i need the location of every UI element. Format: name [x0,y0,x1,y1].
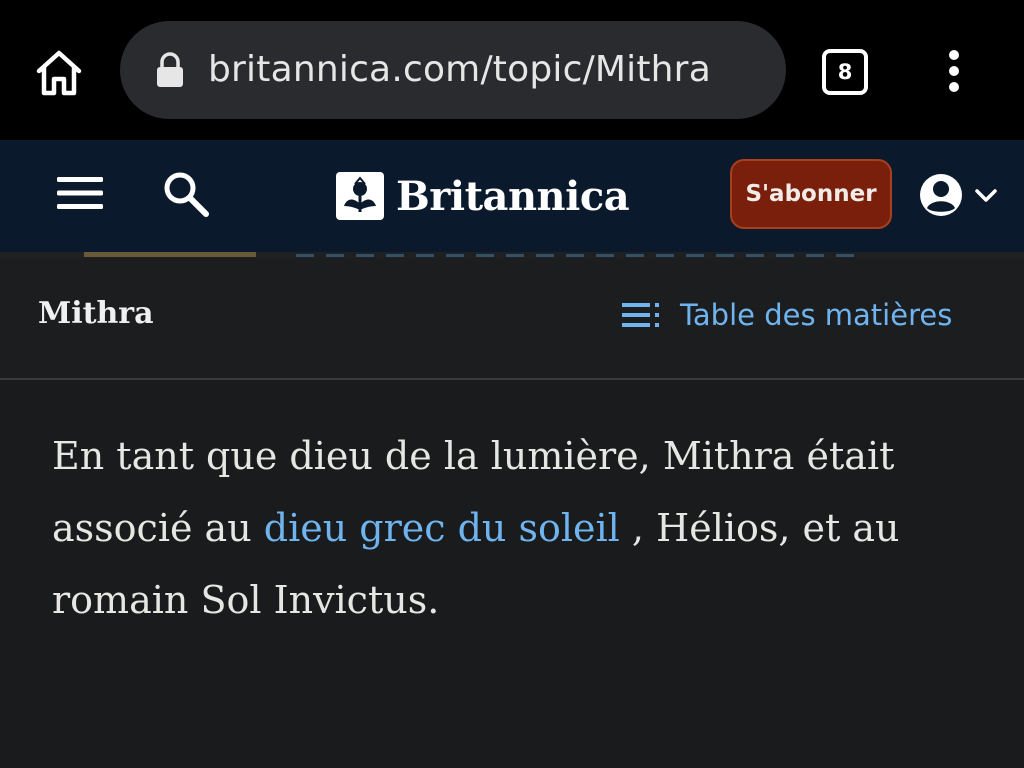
table-of-contents-button[interactable]: Table des matières [620,298,952,332]
tab-count: 8 [837,60,853,84]
account-menu-button[interactable] [918,170,1006,220]
lock-icon [157,52,183,87]
scrolled-image-edge [84,252,256,257]
account-icon [920,174,962,216]
britannica-logo[interactable]: Britannica [336,170,630,222]
list-icon [622,303,659,327]
chevron-down-icon [975,189,997,202]
more-vert-icon[interactable] [938,46,970,96]
scrolled-link-edge [296,254,856,257]
subscribe-button[interactable]: S'abonner [730,159,892,229]
address-bar[interactable]: britannica.com/topic/Mithra [120,21,786,119]
logo-wordmark: Britannica [396,172,630,220]
toc-label: Table des matières [680,298,953,332]
tab-switcher-button[interactable]: 8 [822,49,868,95]
hamburger-icon[interactable] [54,172,106,214]
article-paragraph: En tant que dieu de la lumière, Mithra é… [52,420,992,636]
home-icon [36,50,82,96]
sun-god-link[interactable]: dieu grec du soleil [264,506,620,550]
page-title: Mithra [38,296,154,331]
search-icon[interactable] [160,168,212,220]
url-text: britannica.com/topic/Mithra [208,49,711,90]
home-button[interactable] [28,42,90,104]
thistle-logo-icon [336,172,384,220]
